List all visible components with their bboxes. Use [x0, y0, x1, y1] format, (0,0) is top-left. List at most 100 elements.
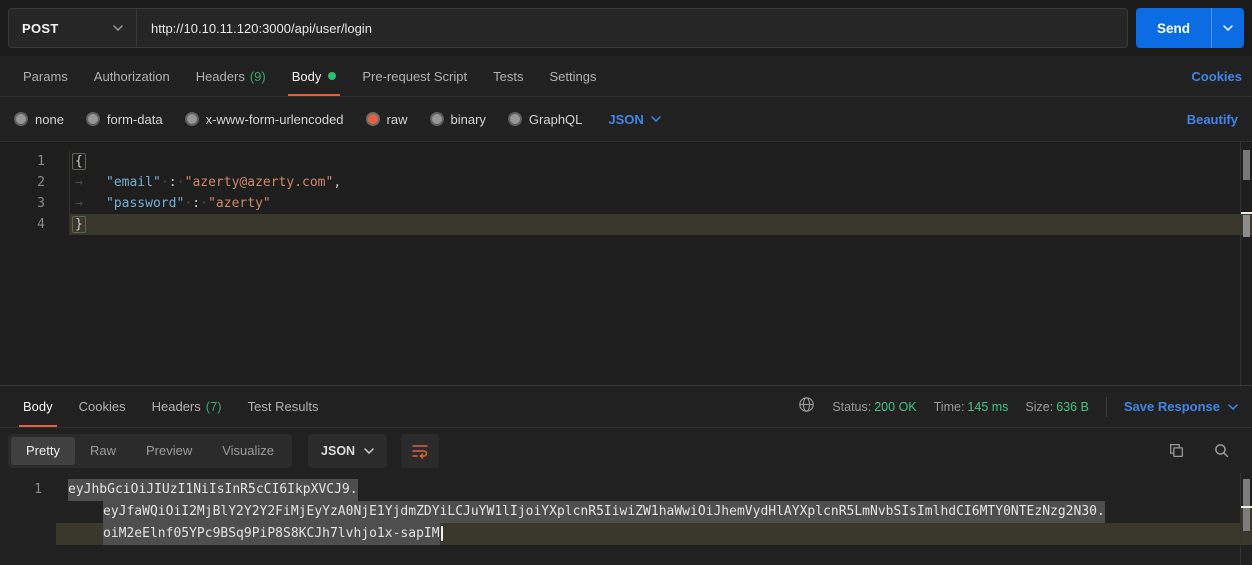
- request-body-editor[interactable]: 1 { 2 →"email"·:·"azerty@azerty.com", 3 …: [0, 141, 1252, 385]
- radio-binary[interactable]: binary: [430, 112, 486, 127]
- chevron-down-icon: [651, 116, 661, 122]
- code-line-4-current: 4 }: [0, 214, 1252, 235]
- jwt-token-part-1: eyJhbGciOiJIUzI1NiIsInR5cCI6IkpXVCJ9.: [68, 479, 358, 501]
- postman-window: POST http://10.10.11.120:3000/api/user/l…: [0, 0, 1252, 565]
- radio-raw[interactable]: raw: [366, 112, 408, 127]
- json-value: "azerty": [208, 196, 271, 211]
- request-bar: POST http://10.10.11.120:3000/api/user/l…: [0, 0, 1252, 56]
- response-body-viewer[interactable]: 1 eyJhbGciOiJIUzI1NiIsInR5cCI6IkpXVCJ9. …: [0, 473, 1252, 565]
- size-value: 636 B: [1056, 400, 1089, 414]
- status-value: 200 OK: [874, 400, 916, 414]
- wrap-text-icon: [411, 442, 429, 460]
- tab-authorization[interactable]: Authorization: [86, 56, 178, 96]
- line-number: 1: [0, 479, 56, 501]
- view-raw[interactable]: Raw: [75, 437, 131, 465]
- response-tab-body[interactable]: Body: [15, 386, 61, 427]
- jwt-token-part-2: eyJfaWQiOiI2MjBlY2Y2Y2FiMjEyYzA0NjE1Yjdm…: [103, 501, 1105, 523]
- radio-icon: [185, 112, 199, 126]
- json-key: "email": [106, 175, 161, 190]
- jwt-token-part-3: oiM2eElnf05YPc9BSq9PiP8S8KCJh7lvhjo1x-sa…: [103, 523, 440, 545]
- chevron-down-icon: [1223, 25, 1233, 31]
- time-badge: Time:145 ms: [934, 400, 1009, 414]
- method-label: POST: [22, 21, 59, 36]
- size-badge: Size:636 B: [1025, 400, 1088, 414]
- response-language-select[interactable]: JSON: [308, 434, 387, 468]
- save-response-button[interactable]: Save Response: [1124, 399, 1242, 414]
- scrollbar-thumb[interactable]: [1243, 479, 1250, 531]
- send-button[interactable]: Send: [1136, 8, 1211, 48]
- radio-icon: [86, 112, 100, 126]
- raw-language-select[interactable]: JSON: [608, 112, 660, 127]
- space-glyph: ·: [161, 172, 169, 193]
- response-toolbar: Pretty Raw Preview Visualize JSON: [0, 428, 1252, 473]
- radio-form-data[interactable]: form-data: [86, 112, 163, 127]
- view-switcher: Pretty Raw Preview Visualize: [8, 434, 292, 468]
- divider: [1106, 397, 1107, 417]
- scrollbar-thumb[interactable]: [1243, 150, 1250, 180]
- response-line-1-wrap-2: eyJfaWQiOiI2MjBlY2Y2Y2FiMjEyYzA0NjE1Yjdm…: [0, 501, 1252, 523]
- tab-headers[interactable]: Headers(9): [188, 56, 274, 96]
- json-value: "azerty@azerty.com": [185, 175, 334, 190]
- network-globe-icon[interactable]: [798, 396, 815, 418]
- text-cursor: [441, 526, 443, 541]
- chevron-down-icon: [1228, 404, 1238, 410]
- open-brace: {: [72, 153, 86, 170]
- cursor-position-marker: [1241, 212, 1252, 214]
- radio-none[interactable]: none: [14, 112, 64, 127]
- response-tool-icons: [1168, 442, 1244, 459]
- tab-settings[interactable]: Settings: [541, 56, 604, 96]
- headers-count: (9): [250, 69, 266, 84]
- tab-pre-request-script[interactable]: Pre-request Script: [354, 56, 475, 96]
- beautify-link[interactable]: Beautify: [1187, 112, 1238, 127]
- unsaved-changes-dot: [328, 72, 336, 80]
- radio-icon: [14, 112, 28, 126]
- view-visualize[interactable]: Visualize: [207, 437, 289, 465]
- space-glyph: ·: [177, 172, 185, 193]
- url-input[interactable]: http://10.10.11.120:3000/api/user/login: [136, 8, 1128, 48]
- line-number: 3: [0, 193, 70, 214]
- response-line-1: 1 eyJhbGciOiJIUzI1NiIsInR5cCI6IkpXVCJ9.: [0, 479, 1252, 501]
- tab-body[interactable]: Body: [284, 56, 345, 96]
- tab-tests[interactable]: Tests: [485, 56, 531, 96]
- view-preview[interactable]: Preview: [131, 437, 207, 465]
- radio-selected-icon: [366, 112, 380, 126]
- tab-whitespace-glyph: →: [75, 172, 106, 193]
- response-tab-test-results[interactable]: Test Results: [240, 386, 327, 427]
- editor-scrollbar[interactable]: [1240, 142, 1252, 385]
- cookies-link[interactable]: Cookies: [1191, 69, 1242, 84]
- copy-button[interactable]: [1168, 442, 1185, 459]
- radio-x-www-form-urlencoded[interactable]: x-www-form-urlencoded: [185, 112, 344, 127]
- url-text: http://10.10.11.120:3000/api/user/login: [151, 21, 372, 36]
- code-line-1: 1 {: [0, 151, 1252, 172]
- radio-icon: [508, 112, 522, 126]
- wrap-text-button[interactable]: [401, 434, 439, 468]
- body-mode-options: none form-data x-www-form-urlencoded raw…: [0, 97, 1252, 141]
- copy-icon: [1168, 442, 1185, 459]
- line-number: 1: [0, 151, 70, 172]
- response-headers-count: (7): [206, 399, 222, 414]
- time-value: 145 ms: [967, 400, 1008, 414]
- line-number: 2: [0, 172, 70, 193]
- response-tab-cookies[interactable]: Cookies: [71, 386, 134, 427]
- request-tabs: Params Authorization Headers(9) Body Pre…: [0, 56, 1252, 97]
- code-line-2: 2 →"email"·:·"azerty@azerty.com",: [0, 172, 1252, 193]
- radio-graphql[interactable]: GraphQL: [508, 112, 582, 127]
- search-icon: [1213, 442, 1230, 459]
- radio-icon: [430, 112, 444, 126]
- response-tab-headers[interactable]: Headers(7): [144, 386, 230, 427]
- method-select[interactable]: POST: [8, 8, 136, 48]
- response-tabs: Body Cookies Headers(7) Test Results Sta…: [0, 386, 1252, 428]
- tab-params[interactable]: Params: [15, 56, 76, 96]
- send-options-button[interactable]: [1211, 8, 1244, 48]
- cursor-position-marker: [1241, 506, 1252, 508]
- search-button[interactable]: [1213, 442, 1230, 459]
- response-scrollbar[interactable]: [1240, 473, 1252, 565]
- overview-ruler-marker: [1243, 215, 1250, 237]
- view-pretty[interactable]: Pretty: [11, 437, 75, 465]
- chevron-down-icon: [113, 25, 123, 31]
- status-badge: Status:200 OK: [832, 400, 916, 414]
- send-button-group: Send: [1136, 8, 1244, 48]
- space-glyph: ·: [200, 193, 208, 214]
- code-line-3: 3 →"password"·:·"azerty": [0, 193, 1252, 214]
- close-brace: }: [72, 216, 86, 233]
